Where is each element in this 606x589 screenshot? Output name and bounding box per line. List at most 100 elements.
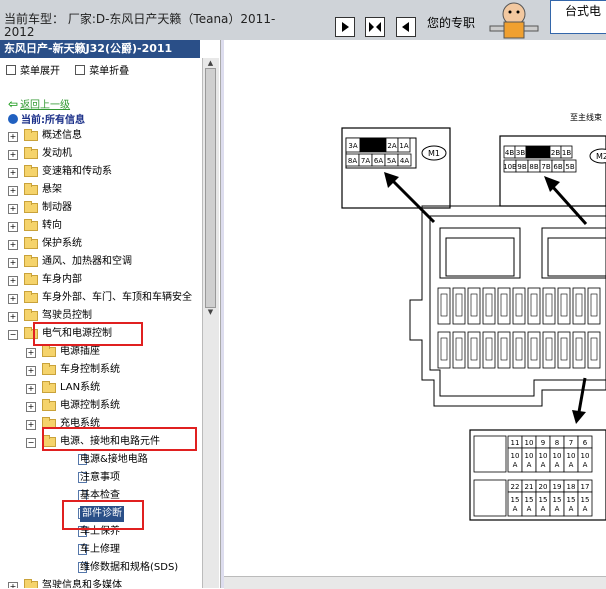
folder-icon (42, 363, 56, 375)
diagram-label: 7A (361, 157, 370, 165)
expand-icon[interactable]: + (26, 402, 36, 412)
tree-folder-item[interactable]: + 车身外部、车门、车顶和车辆安全 (0, 290, 200, 306)
back-link[interactable]: ⇦ 返回上一级 (8, 96, 70, 111)
diagram-label: 8 (555, 439, 559, 447)
next-page-button[interactable] (396, 17, 416, 37)
diagram-label: 10 (553, 452, 562, 460)
tree-item-label: 变速箱和传动系 (42, 166, 112, 177)
expand-icon[interactable]: + (8, 222, 18, 232)
tree-item-label: 车上修理 (80, 544, 120, 555)
scroll-up-icon[interactable]: ▲ (205, 59, 216, 68)
diagram-label: 2A (387, 142, 396, 150)
highlight-box (62, 500, 144, 530)
expand-icon[interactable]: + (8, 258, 18, 268)
expand-icon[interactable]: + (8, 276, 18, 286)
tree-doc-item[interactable]: 维修数据和规格(SDS) (0, 560, 200, 576)
diagram-label: 10 (539, 452, 548, 460)
diagram-label: A (555, 505, 560, 513)
diagram-label: 7 (569, 439, 573, 447)
diagram-label: 21 (525, 483, 534, 491)
tree-folder-item[interactable]: + 转向 (0, 218, 200, 234)
folder-icon (24, 183, 38, 195)
diagram-label: 8B (529, 163, 538, 171)
tree-folder-item[interactable]: + 悬架 (0, 182, 200, 198)
tree-doc-item[interactable]: 电源&接地电路 (0, 452, 200, 468)
expand-icon[interactable]: + (8, 582, 18, 588)
tree-folder-item[interactable]: + LAN系统 (0, 380, 200, 396)
diagram-label: 15 (511, 496, 520, 504)
fit-page-button[interactable] (365, 17, 385, 37)
expand-icon[interactable]: + (26, 366, 36, 376)
tree-doc-item[interactable]: 注意事项 (0, 470, 200, 486)
expand-icon[interactable]: + (8, 312, 18, 322)
expand-icon[interactable]: + (8, 186, 18, 196)
arrow-icon (572, 377, 587, 424)
tree-scrollbar[interactable]: ▲ ▼ (202, 58, 219, 588)
expand-icon[interactable]: + (8, 168, 18, 178)
folder-icon (24, 147, 38, 159)
connector-block-left: 3A 2A 1A 8A 7A 6A 5A 4A M1 (341, 127, 451, 209)
folder-icon (42, 399, 56, 411)
tree-item-label: LAN系统 (60, 382, 101, 393)
diagram-label: 7B (541, 163, 550, 171)
diagram-panel: 至主线束 3A 2A 1A 8A 7A 6A 5A 4A M1 4B 3B 2B 1B 10B 9B 8B… (224, 40, 606, 588)
fuse-table: 1110A1010A910A810A710A610A2215A2115A2015… (469, 429, 606, 521)
tree-item-label: 概述信息 (42, 130, 82, 141)
tree-item-label: 转向 (42, 220, 62, 231)
diagram-label: 19 (553, 483, 562, 491)
menu-expand-button[interactable]: 菜单展开 (6, 65, 60, 77)
menu-collapse-button[interactable]: 菜单折叠 (75, 65, 129, 77)
expand-icon[interactable]: + (8, 132, 18, 142)
folder-icon (42, 381, 56, 393)
tree-folder-item[interactable]: + 制动器 (0, 200, 200, 216)
tree-folder-item[interactable]: + 通风、加热器和空调 (0, 254, 200, 270)
tree-folder-item[interactable]: + 保护系统 (0, 236, 200, 252)
info-box: 台式电 (550, 0, 606, 34)
tree-item-label: 制动器 (42, 202, 72, 213)
tree-folder-item[interactable]: + 车身控制系统 (0, 362, 200, 378)
diagram-label: 17 (581, 483, 590, 491)
tree-folder-item[interactable]: + 驾驶信息和多媒体 (0, 578, 200, 588)
collapse-icon[interactable]: − (8, 330, 18, 340)
folder-icon (24, 309, 38, 321)
expand-icon[interactable]: + (8, 204, 18, 214)
tree-folder-item[interactable]: + 变速箱和传动系 (0, 164, 200, 180)
tree-folder-item[interactable]: + 概述信息 (0, 128, 200, 144)
tree-folder-item[interactable]: + 电源插座 (0, 344, 200, 360)
diagram-hscrollbar[interactable] (224, 576, 606, 589)
fuse-box-diagram: 至主线束 3A 2A 1A8A 7A 6A 5A 4A M1 4B 3B 2B 1B10B 9B 8B… (341, 112, 606, 521)
mascot-logo (489, 2, 539, 39)
diagram-label: 10 (525, 452, 534, 460)
diagram-label: 10 (567, 452, 576, 460)
tree-item-label: 驾驶信息和多媒体 (42, 580, 122, 588)
fuse-grid (437, 287, 601, 369)
highlight-box (33, 322, 143, 346)
tree-folder-item[interactable]: + 车身内部 (0, 272, 200, 288)
svg-text:M2: M2 (596, 152, 606, 161)
expand-icon[interactable]: + (26, 384, 36, 394)
expand-icon[interactable]: + (26, 348, 36, 358)
scrollbar-thumb[interactable] (205, 68, 216, 308)
tree-folder-item[interactable]: + 发动机 (0, 146, 200, 162)
tree-doc-item[interactable]: 车上修理 (0, 542, 200, 558)
diagram-label: 4A (400, 157, 409, 165)
diagram-label: 9B (517, 163, 526, 171)
expand-icon[interactable]: + (8, 150, 18, 160)
folder-icon (24, 129, 38, 141)
connector-block-right: 4B 3B 2B 1B 10B 9B 8B 7B 6B 5B M2 (499, 135, 606, 207)
arrow-right-icon (342, 22, 349, 32)
scroll-down-icon[interactable]: ▼ (205, 308, 216, 317)
diagram-label: A (513, 505, 518, 513)
prev-page-button[interactable] (335, 17, 355, 37)
back-arrow-icon: ⇦ (8, 97, 19, 111)
folder-icon (24, 291, 38, 303)
expand-icon[interactable]: + (8, 294, 18, 304)
diagram-label: 10 (525, 439, 534, 447)
expand-icon[interactable]: + (8, 240, 18, 250)
expand-icon[interactable]: + (26, 420, 36, 430)
diagram-label: 22 (511, 483, 520, 491)
collapse-icon[interactable]: − (26, 438, 36, 448)
tree-folder-item[interactable]: + 电源控制系统 (0, 398, 200, 414)
diagram-label: 3B (516, 149, 525, 157)
diagram-label: 11 (511, 439, 520, 447)
